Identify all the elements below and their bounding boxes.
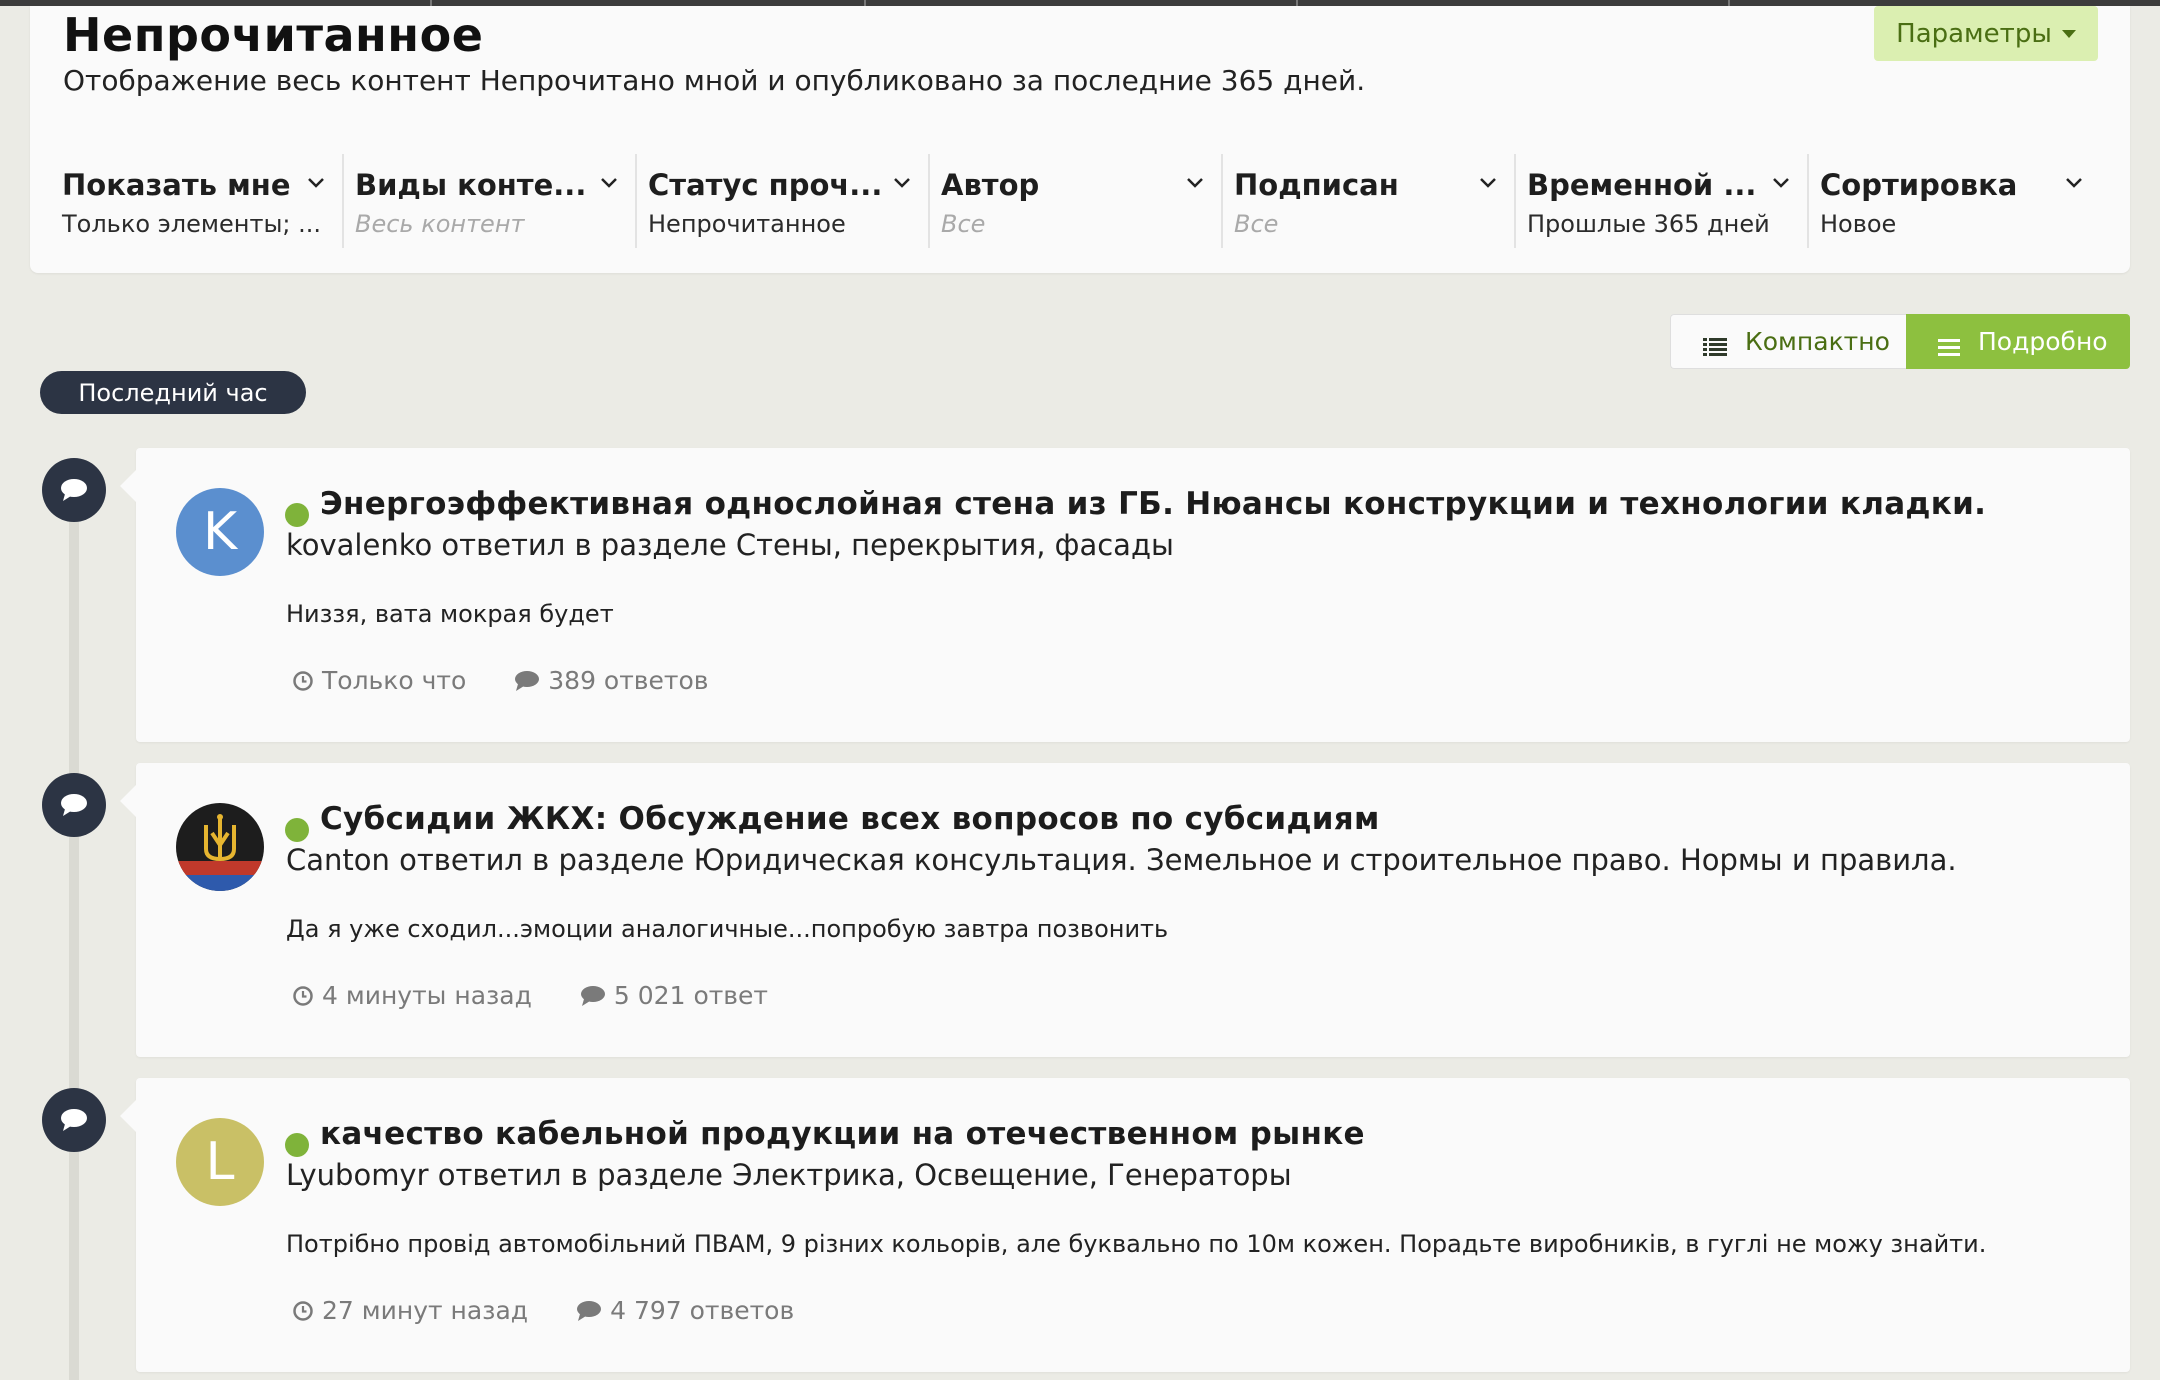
post-time: 27 минут назад (322, 1296, 529, 1325)
compact-view-button[interactable]: Компактно (1670, 314, 1906, 369)
filter-author[interactable]: Автор Все (929, 154, 1223, 248)
replies-stat: 5 021 ответ (580, 981, 768, 1010)
filter-read-status[interactable]: Статус проч... Непрочитанное (636, 154, 930, 248)
topic-meta: Lyubomyr ответил в разделе Электрика, Ос… (286, 1158, 1292, 1192)
filter-bar: Показать мне Только элементы; ... Виды к… (50, 154, 2110, 254)
clock-icon (292, 670, 314, 692)
time-stat[interactable]: 4 минуты назад (292, 981, 532, 1010)
clock-icon (292, 1300, 314, 1322)
comment-bubble-icon (42, 458, 106, 522)
parameters-button-label: Параметры (1896, 18, 2052, 49)
unread-indicator (285, 818, 309, 842)
filter-value: Все (1234, 210, 1279, 238)
comment-icon (576, 1300, 602, 1322)
page-title: Непрочитанное (63, 8, 484, 62)
filter-content-type[interactable]: Виды конте... Весь контент (343, 154, 637, 248)
filter-label: Сортировка (1820, 168, 2018, 202)
avatar[interactable]: L (176, 1118, 264, 1206)
post-time: 4 минуты назад (322, 981, 532, 1010)
page-description: Отображение весь контент Непрочитано мно… (63, 64, 1366, 97)
filter-time-period[interactable]: Временной ... Прошлые 365 дней (1515, 154, 1809, 248)
filter-label: Подписан (1234, 168, 1399, 202)
view-mode-toggle: Компактно Подробно (1670, 314, 2130, 369)
comment-bubble-icon (42, 1088, 106, 1152)
filter-label: Статус проч... (648, 168, 883, 202)
replies-stat: 4 797 ответов (576, 1296, 794, 1325)
detailed-view-label: Подробно (1978, 327, 2108, 356)
chevron-down-icon (1480, 178, 1496, 192)
activity-item: L качество кабельной продукции на отечес… (120, 1078, 2130, 1372)
comment-icon (580, 985, 606, 1007)
clock-icon (292, 985, 314, 1007)
caret-down-icon (2061, 29, 2076, 38)
timeline-line (69, 480, 79, 1380)
parameters-button[interactable]: Параметры (1874, 6, 2098, 61)
filter-label: Автор (941, 168, 1040, 202)
topic-title-link[interactable]: Субсидии ЖКХ: Обсуждение всех вопросов п… (320, 801, 1380, 837)
time-stat[interactable]: Только что (292, 666, 466, 695)
filter-sort[interactable]: Сортировка Новое (1808, 154, 2100, 248)
replies-stat: 389 ответов (514, 666, 709, 695)
time-stat[interactable]: 27 минут назад (292, 1296, 528, 1325)
chevron-down-icon (1773, 178, 1789, 192)
filter-show-me[interactable]: Показать мне Только элементы; ... (50, 154, 344, 248)
post-snippet: Низзя, вата мокрая будет (286, 600, 614, 628)
topic-title-link[interactable]: качество кабельной продукции на отечеств… (320, 1116, 1365, 1152)
activity-item: K Энергоэффективная однослойная стена из… (120, 448, 2130, 742)
compact-view-label: Компактно (1745, 327, 1890, 356)
filter-value: Непрочитанное (648, 210, 846, 238)
page-header: Непрочитанное Отображение весь контент Н… (30, 6, 2130, 273)
chevron-down-icon (601, 178, 617, 192)
topic-meta: Canton ответил в разделе Юридическая кон… (286, 843, 1957, 877)
unread-indicator (285, 1133, 309, 1157)
detailed-view-button[interactable]: Подробно (1906, 314, 2130, 369)
topic-stats: 27 минут назад 4 797 ответов (292, 1296, 794, 1325)
filter-label: Виды конте... (355, 168, 587, 202)
topic-stats: 4 минуты назад 5 021 ответ (292, 981, 768, 1010)
unread-indicator (285, 503, 309, 527)
reply-count: 4 797 ответов (610, 1296, 795, 1325)
filter-followed[interactable]: Подписан Все (1222, 154, 1516, 248)
post-time: Только что (322, 666, 467, 695)
chevron-down-icon (308, 178, 324, 192)
comment-icon (514, 670, 540, 692)
reply-count: 5 021 ответ (613, 981, 768, 1010)
topic-title-link[interactable]: Энергоэффективная однослойная стена из Г… (320, 486, 1986, 522)
filter-label: Показать мне (62, 168, 291, 202)
avatar[interactable]: K (176, 488, 264, 576)
topic-meta: kovalenko ответил в разделе Стены, перек… (286, 528, 1174, 562)
chevron-down-icon (2066, 178, 2082, 192)
post-snippet: Потрібно провід автомобільний ПВАМ, 9 рі… (286, 1230, 1987, 1258)
filter-label: Временной ... (1527, 168, 1757, 202)
filter-value: Новое (1820, 210, 1897, 238)
list-icon (1703, 333, 1727, 356)
trident-icon (176, 814, 264, 891)
chevron-down-icon (1187, 178, 1203, 192)
filter-value: Только элементы; ... (62, 210, 322, 238)
avatar[interactable] (176, 803, 264, 891)
chevron-down-icon (894, 178, 910, 192)
time-group-label: Последний час (40, 371, 306, 414)
activity-item: Субсидии ЖКХ: Обсуждение всех вопросов п… (120, 763, 2130, 1057)
filter-value: Прошлые 365 дней (1527, 210, 1770, 238)
reply-count: 389 ответов (548, 666, 709, 695)
post-snippet: Да я уже сходил...эмоции аналогичные...п… (286, 915, 1169, 943)
filter-value: Все (941, 210, 986, 238)
comment-bubble-icon (42, 773, 106, 837)
filter-value: Весь контент (355, 210, 525, 238)
menu-lines-icon (1938, 333, 1960, 356)
topic-stats: Только что 389 ответов (292, 666, 709, 695)
